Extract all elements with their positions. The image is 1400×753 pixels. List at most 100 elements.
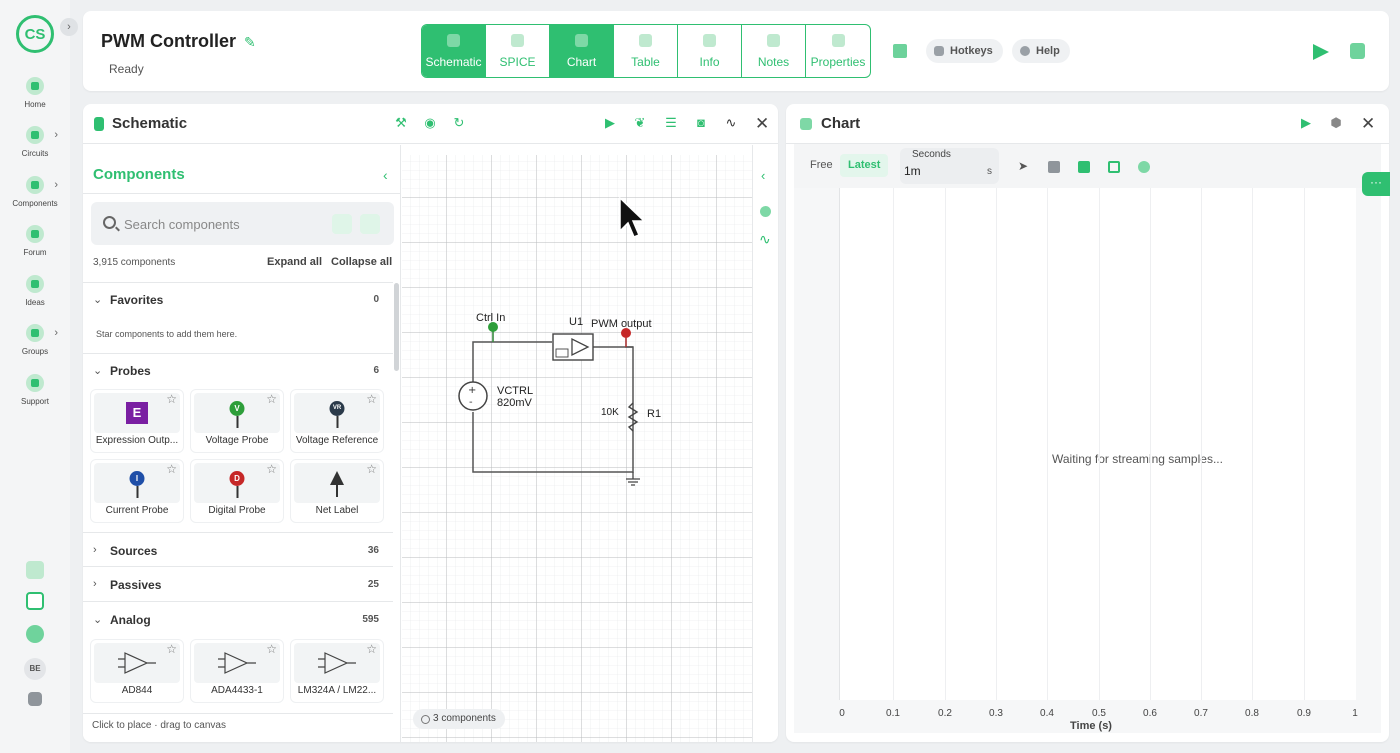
component-card-current-probe[interactable]: I ☆ Current Probe: [90, 459, 184, 523]
mode-free-button[interactable]: Free: [802, 154, 841, 177]
chevron-right-icon[interactable]: ›: [54, 327, 58, 339]
tab-spice[interactable]: SPICE: [486, 25, 550, 77]
mode-latest-button[interactable]: Latest: [840, 154, 889, 177]
search-input[interactable]: [124, 214, 324, 234]
wand-icon[interactable]: ⚒: [394, 116, 408, 130]
hotkeys-button[interactable]: Hotkeys: [926, 39, 1003, 63]
chevron-left-icon[interactable]: ‹: [383, 167, 388, 183]
tab-table[interactable]: Table: [614, 25, 678, 77]
project-title[interactable]: PWM Controller: [101, 31, 236, 52]
pencil-icon[interactable]: ✎: [244, 34, 256, 51]
category-probes[interactable]: ⌄ Probes 6: [83, 356, 393, 386]
megaphone-icon[interactable]: [26, 561, 44, 579]
plot-canvas[interactable]: Waiting for streaming samples...: [839, 188, 1356, 700]
star-icon[interactable]: ☆: [266, 462, 277, 476]
component-card-expression-output[interactable]: E ☆ Expression Outp...: [90, 389, 184, 453]
avatar[interactable]: BE: [24, 658, 46, 680]
close-icon[interactable]: ✕: [755, 115, 769, 132]
nav-support[interactable]: Support: [0, 374, 70, 406]
component-card-voltage-probe[interactable]: V ☆ Voltage Probe: [190, 389, 284, 453]
chevron-right-icon[interactable]: ›: [54, 179, 58, 191]
account-icon[interactable]: [26, 625, 44, 643]
settings-icon[interactable]: ⬢: [1329, 116, 1343, 130]
app-logo[interactable]: CS: [16, 15, 54, 53]
category-favorites[interactable]: ⌄ Favorites 0: [83, 285, 393, 315]
chat-icon[interactable]: [26, 592, 44, 610]
component-card-ada4433[interactable]: ☆ ADA4433-1: [190, 639, 284, 703]
tab-schematic[interactable]: Schematic: [422, 25, 486, 77]
home-icon: [26, 77, 44, 95]
nav-circuits-label: Circuits: [21, 149, 49, 158]
sort-icon[interactable]: [332, 214, 352, 234]
star-icon[interactable]: ☆: [366, 642, 377, 656]
seconds-field: Seconds s: [900, 148, 999, 184]
collapse-all-button[interactable]: Collapse all: [331, 256, 392, 268]
nav-forum[interactable]: Forum: [0, 225, 70, 257]
star-icon[interactable]: ☆: [366, 462, 377, 476]
gear-icon[interactable]: [760, 206, 771, 217]
nav-circuits[interactable]: Circuits ›: [0, 126, 70, 158]
voltage-source-vctrl[interactable]: + -: [458, 381, 488, 411]
nav-ideas[interactable]: Ideas: [0, 275, 70, 307]
component-card-ad844[interactable]: ☆ AD844: [90, 639, 184, 703]
schematic-canvas[interactable]: + - Ctrl In U1 PWM output VCTRL 820mV 10…: [402, 155, 752, 742]
more-options-button[interactable]: ···: [1362, 172, 1390, 196]
run-icon[interactable]: ▶: [1299, 116, 1313, 130]
component-card-voltage-reference[interactable]: VR ☆ Voltage Reference: [290, 389, 384, 453]
pointer-icon[interactable]: ➤: [1018, 159, 1030, 173]
save-icon[interactable]: [1350, 43, 1365, 59]
rail-expand-chevron-icon[interactable]: ›: [60, 18, 78, 36]
tab-label: Schematic: [425, 54, 482, 69]
logout-icon[interactable]: [28, 692, 42, 706]
layout-icon[interactable]: [893, 44, 907, 58]
help-button[interactable]: Help: [1012, 39, 1070, 63]
nav-home[interactable]: Home: [0, 77, 70, 109]
run-icon[interactable]: [1313, 44, 1329, 60]
tab-info[interactable]: Info: [678, 25, 742, 77]
close-icon[interactable]: ✕: [1361, 115, 1375, 132]
net-label-icon: [330, 471, 344, 497]
tab-properties[interactable]: Properties: [806, 25, 870, 77]
component-count: 3,915 components: [93, 257, 176, 268]
x-tick-label: 0.3: [989, 708, 1003, 719]
component-card-digital-probe[interactable]: D ☆ Digital Probe: [190, 459, 284, 523]
history-icon[interactable]: ↻: [452, 116, 466, 130]
clock-icon[interactable]: [1138, 161, 1150, 173]
layers-icon[interactable]: [1078, 161, 1090, 173]
probe-stick: [136, 486, 138, 498]
zoom-icon[interactable]: ◉: [423, 116, 437, 130]
star-icon[interactable]: ☆: [166, 462, 177, 476]
star-icon[interactable]: ☆: [266, 392, 277, 406]
leaf-icon[interactable]: ❦: [633, 116, 647, 130]
component-card-lm324a[interactable]: ☆ LM324A / LM22...: [290, 639, 384, 703]
nav-components[interactable]: Components ›: [0, 176, 70, 208]
component-label: Voltage Reference: [295, 435, 379, 446]
components-scrollbar[interactable]: [394, 283, 399, 371]
seconds-input[interactable]: [904, 163, 980, 179]
filter-icon[interactable]: [360, 214, 380, 234]
nav-groups[interactable]: Groups ›: [0, 324, 70, 356]
waveform-icon[interactable]: ∿: [724, 116, 738, 130]
expand-all-button[interactable]: Expand all: [267, 256, 322, 268]
tab-chart[interactable]: Chart: [550, 25, 614, 77]
category-passives[interactable]: › Passives 25: [83, 570, 393, 600]
tab-notes[interactable]: Notes: [742, 25, 806, 77]
category-sources[interactable]: › Sources 36: [83, 536, 393, 566]
star-icon[interactable]: ☆: [166, 642, 177, 656]
star-icon[interactable]: ☆: [266, 642, 277, 656]
chevron-right-icon[interactable]: ›: [54, 129, 58, 141]
category-analog[interactable]: ⌄ Analog 595: [83, 605, 393, 635]
component-card-net-label[interactable]: ☆ Net Label: [290, 459, 384, 523]
chevron-left-icon[interactable]: ‹: [761, 168, 765, 183]
properties-icon: [831, 33, 845, 47]
star-icon[interactable]: ☆: [366, 392, 377, 406]
star-icon[interactable]: ☆: [166, 392, 177, 406]
camera-icon[interactable]: ◙: [694, 116, 708, 130]
component-u1[interactable]: [552, 333, 594, 361]
waveform-icon[interactable]: ∿: [759, 231, 771, 248]
checklist-icon[interactable]: ☰: [664, 116, 678, 130]
run-icon[interactable]: ▶: [603, 116, 617, 130]
split-layout-icon[interactable]: [1048, 161, 1060, 173]
circuits-icon: [26, 126, 44, 144]
fullscreen-icon[interactable]: [1108, 161, 1120, 173]
